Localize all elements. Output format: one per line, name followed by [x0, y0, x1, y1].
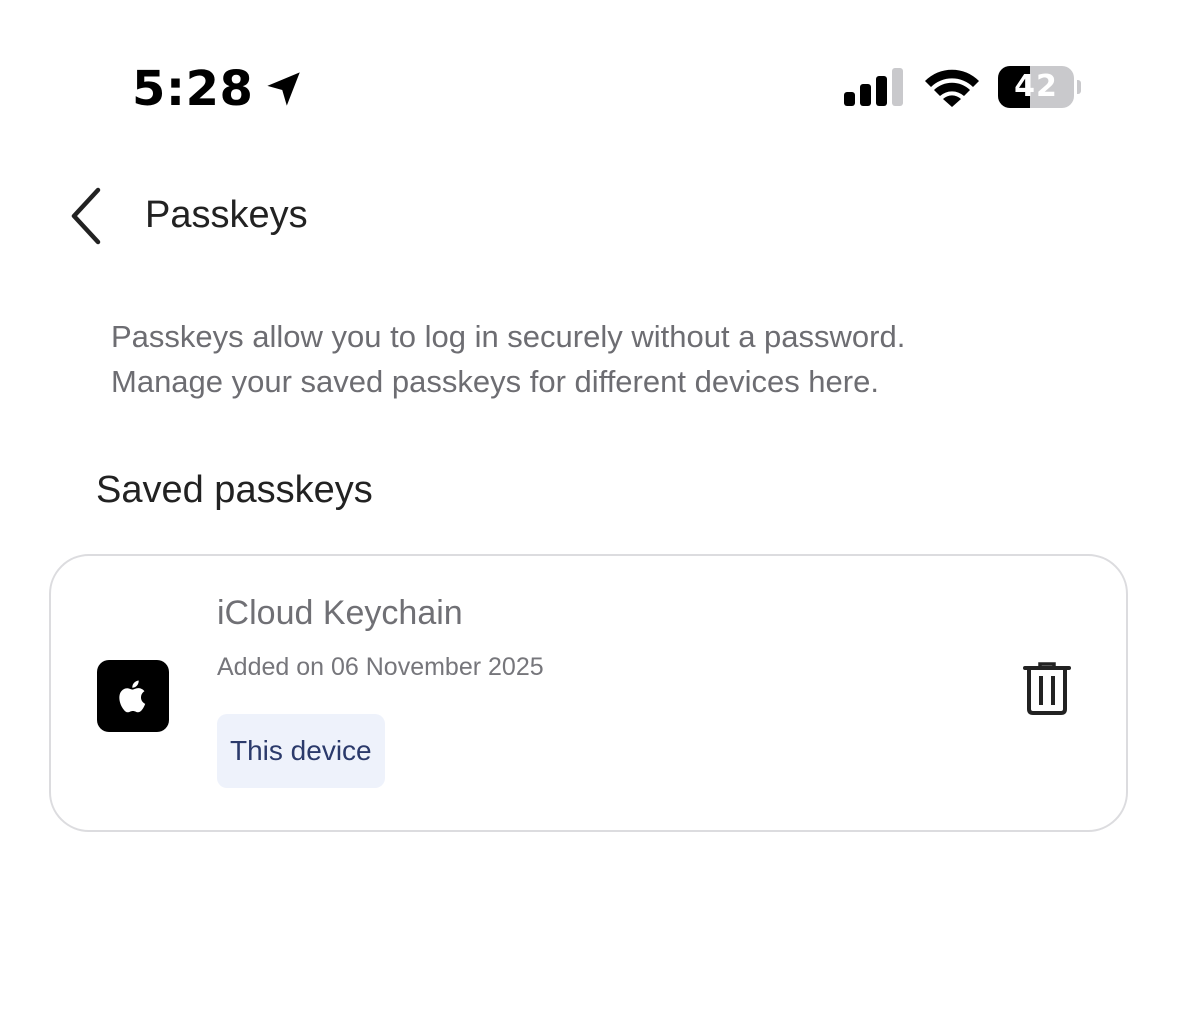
status-bar: 5:28 42	[0, 0, 1178, 150]
back-button[interactable]	[56, 184, 116, 248]
description-line-2: Manage your saved passkeys for different…	[111, 364, 879, 399]
battery-percent: 42	[1014, 69, 1058, 104]
header: Passkeys	[0, 170, 1178, 260]
description-line-1: Passkeys allow you to log in securely wi…	[111, 319, 906, 354]
battery-tip	[1077, 80, 1081, 94]
page-title: Passkeys	[145, 194, 308, 236]
trash-icon	[1023, 662, 1071, 715]
wifi-icon	[925, 69, 979, 107]
location-arrow-icon	[267, 72, 301, 106]
delete-passkey-button[interactable]	[1011, 652, 1083, 724]
this-device-badge: This device	[217, 714, 385, 788]
section-title: Saved passkeys	[96, 469, 373, 511]
passkey-card: iCloud Keychain Added on 06 November 202…	[49, 554, 1128, 832]
battery-icon: 42	[998, 66, 1082, 110]
passkey-added-date: Added on 06 November 2025	[217, 653, 544, 681]
apple-glyph	[119, 680, 146, 713]
time-group: 5:28	[132, 60, 305, 118]
apple-logo-icon	[97, 660, 169, 732]
passkey-name: iCloud Keychain	[217, 594, 463, 632]
description: Passkeys allow you to log in securely wi…	[111, 314, 1111, 404]
chevron-left-icon	[71, 187, 101, 245]
cellular-signal-icon	[844, 68, 903, 106]
status-time: 5:28	[132, 61, 254, 117]
